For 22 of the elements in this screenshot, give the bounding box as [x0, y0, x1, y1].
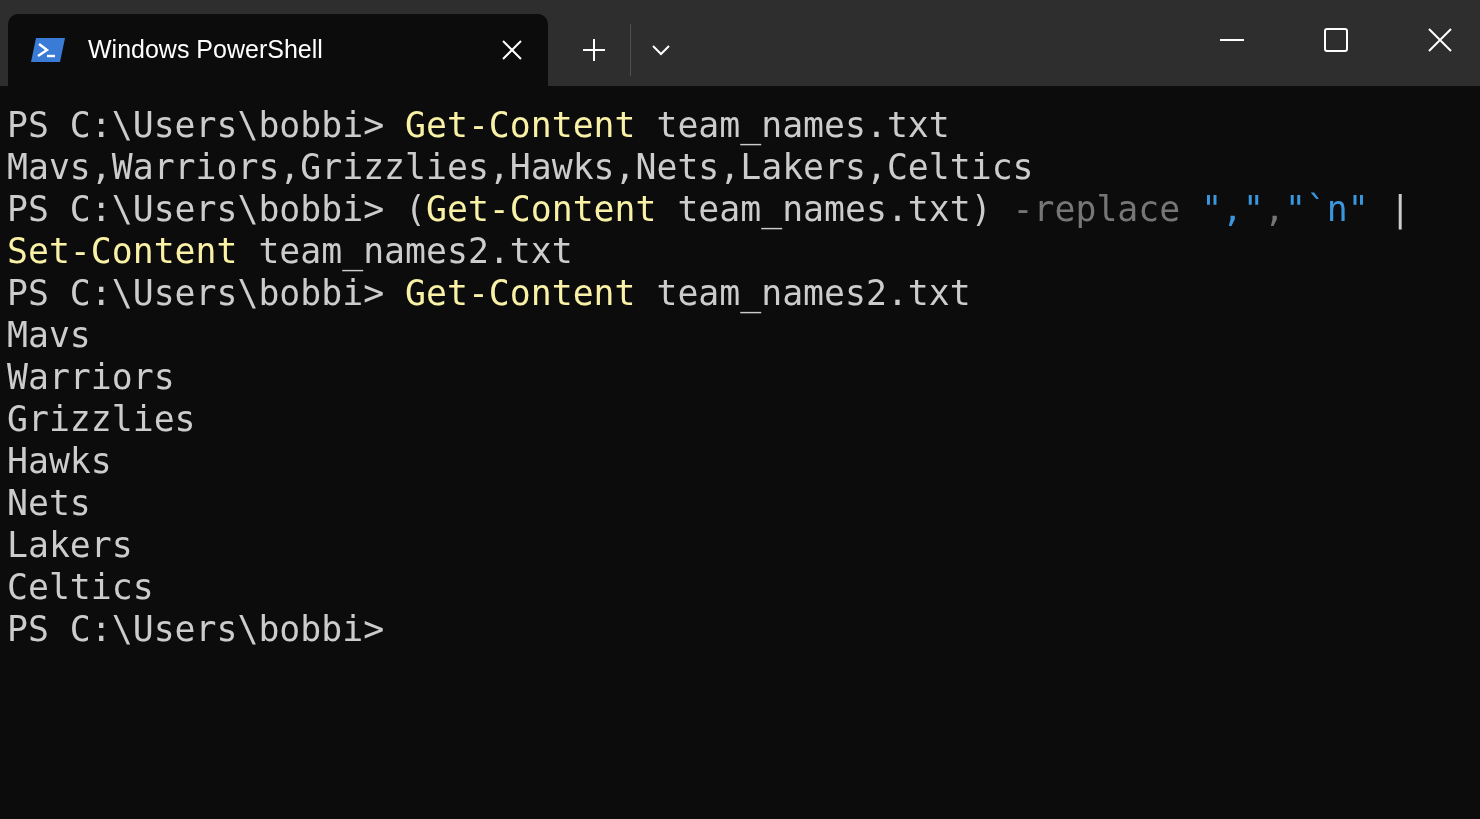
terminal-line: Grizzlies [7, 398, 196, 440]
terminal-line: Celtics [7, 566, 154, 608]
close-icon[interactable] [502, 40, 522, 60]
maximize-icon[interactable] [1324, 28, 1348, 52]
tab-title: Windows PowerShell [88, 34, 323, 66]
terminal-line: PS C:\Users\bobbi> [7, 608, 385, 650]
terminal-line: Mavs [7, 314, 91, 356]
terminal-line: PS C:\Users\bobbi> (Get-Content team_names.txt) -replace ",","`n" | [7, 188, 1411, 230]
close-icon[interactable] [1428, 28, 1452, 52]
terminal-tab[interactable]: Windows PowerShell [8, 14, 548, 86]
dropdown-icon[interactable] [651, 44, 671, 56]
terminal-line: PS C:\Users\bobbi> Get-Content team_names2.txt [7, 272, 971, 314]
minimize-icon[interactable] [1220, 38, 1244, 42]
terminal-line: Nets [7, 482, 91, 524]
terminal-line: Lakers [7, 524, 133, 566]
terminal-line: Hawks [7, 440, 112, 482]
terminal-line: Mavs,Warriors,Grizzlies,Hawks,Nets,Lakers,Celtics [7, 146, 1034, 188]
terminal-line: Warriors [7, 356, 175, 398]
new-tab-icon[interactable] [582, 38, 606, 62]
terminal-line: Set-Content team_names2.txt [7, 230, 573, 272]
terminal-line: PS C:\Users\bobbi> Get-Content team_names.txt [7, 104, 950, 146]
powershell-icon [30, 36, 66, 64]
